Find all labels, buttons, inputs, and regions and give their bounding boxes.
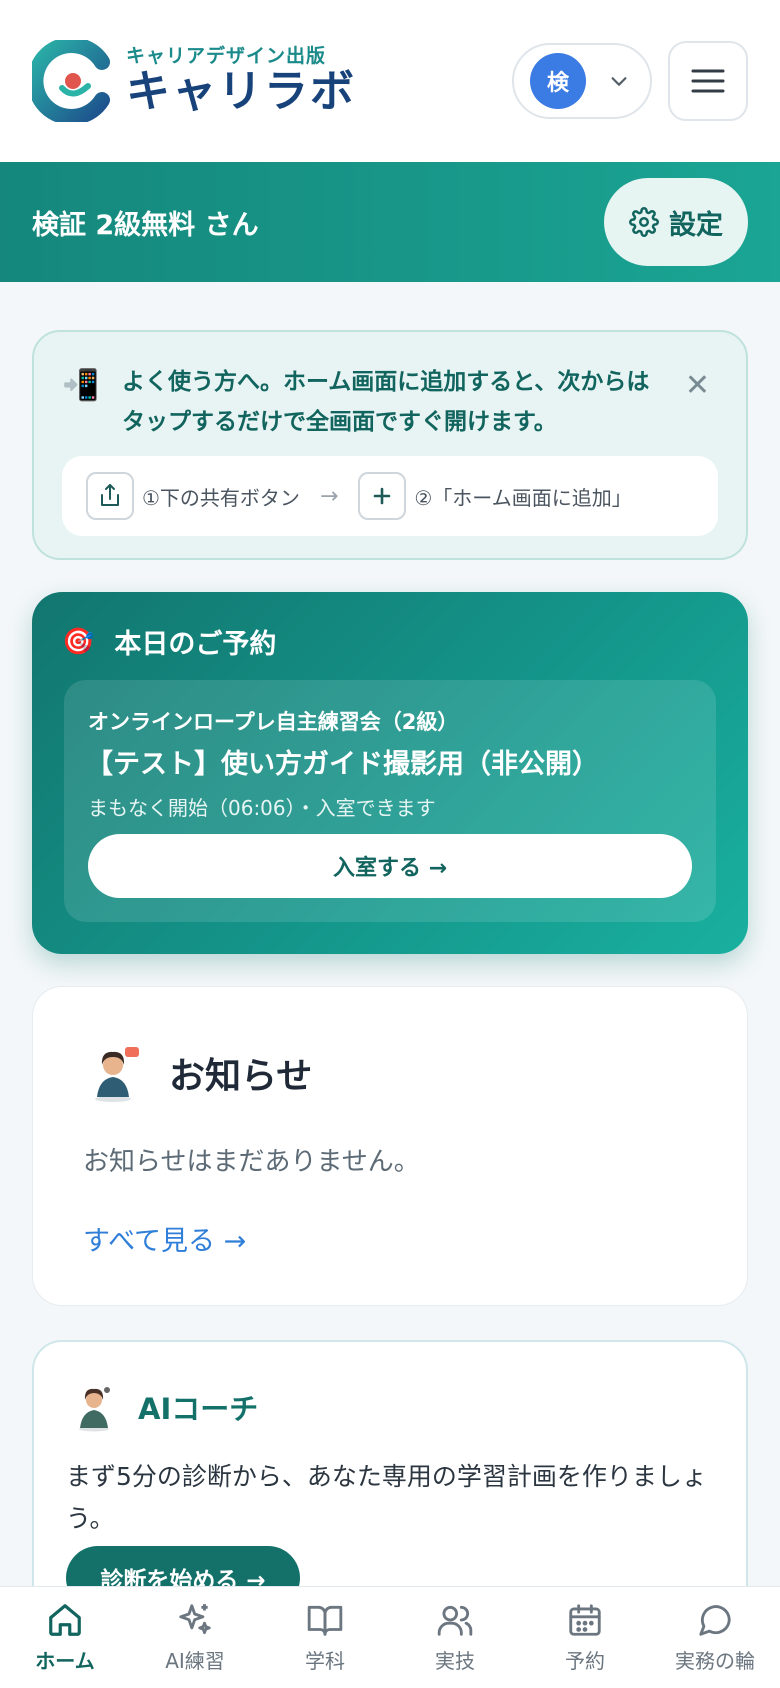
chevron-down-icon bbox=[611, 77, 627, 86]
reservation-status: まもなく開始（06:06）・入室できます bbox=[88, 796, 436, 820]
reservation-item: オンラインロープレ自主練習会（2級） 【テスト】使い方ガイド撮影用（非公開） ま… bbox=[64, 680, 716, 922]
hamburger-icon bbox=[691, 69, 725, 93]
banner-message: よく使う方へ。ホーム画面に追加すると、次からはタップするだけで全画面ですぐ開けま… bbox=[122, 369, 650, 435]
enter-room-button[interactable]: 入室する → bbox=[88, 834, 692, 898]
nav-booking[interactable]: 予約 bbox=[520, 1587, 650, 1688]
presenter-avatar-icon bbox=[95, 1047, 139, 1102]
ai-coach-description: まず5分の診断から、あなた専用の学習計画を作りましょう。 bbox=[66, 1462, 707, 1533]
plus-icon bbox=[358, 472, 407, 520]
news-card: お知らせ お知らせはまだありません。 すべて見る → bbox=[32, 986, 748, 1306]
nav-ai-practice[interactable]: AI練習 bbox=[130, 1587, 260, 1688]
today-reservation-card: 🎯 本日のご予約 オンラインロープレ自主練習会（2級） 【テスト】使い方ガイド撮… bbox=[32, 592, 748, 954]
sparkle-icon bbox=[179, 1604, 211, 1635]
nav-academics-label: 学科 bbox=[305, 1649, 345, 1673]
app-header: キャリアデザイン出版 キャリラボ 検 bbox=[0, 0, 780, 162]
logo[interactable]: キャリアデザイン出版 キャリラボ bbox=[32, 40, 356, 122]
news-empty-message: お知らせはまだありません。 bbox=[83, 1147, 420, 1177]
nav-academics[interactable]: 学科 bbox=[260, 1587, 390, 1688]
book-icon bbox=[307, 1605, 343, 1636]
nav-community-label: 実務の輪 bbox=[675, 1649, 755, 1673]
logo-subtitle: キャリアデザイン出版 bbox=[126, 45, 327, 67]
account-switcher[interactable]: 検 bbox=[512, 43, 652, 119]
nav-home-label: ホーム bbox=[35, 1649, 95, 1673]
calendar-icon bbox=[569, 1604, 601, 1636]
avatar: 検 bbox=[530, 53, 586, 109]
bottom-nav: ホーム AI練習 学科 実技 予約 実務の輪 bbox=[0, 1586, 780, 1688]
add-to-home-banner: 📲 よく使う方へ。ホーム画面に追加すると、次からはタップするだけで全画面ですぐ開… bbox=[32, 330, 748, 560]
step1-label: ①下の共有ボタン bbox=[142, 485, 300, 510]
mobile-arrow-icon: 📲 bbox=[62, 368, 100, 403]
greeting-bar: 検証 2級無料 さん 設定 bbox=[0, 162, 780, 282]
nav-booking-label: 予約 bbox=[565, 1649, 605, 1673]
step2-label: ②「ホーム画面に追加」 bbox=[414, 485, 632, 510]
target-icon: 🎯 bbox=[62, 626, 95, 657]
nav-home[interactable]: ホーム bbox=[0, 1587, 130, 1688]
home-icon bbox=[49, 1604, 81, 1636]
reservation-title: 本日のご予約 bbox=[114, 629, 277, 660]
nav-practical[interactable]: 実技 bbox=[390, 1587, 520, 1688]
ai-coach-title: AIコーチ bbox=[138, 1392, 259, 1426]
chat-icon bbox=[699, 1605, 731, 1636]
nav-ai-practice-label: AI練習 bbox=[165, 1649, 225, 1673]
share-icon bbox=[86, 472, 134, 520]
see-all-news-link[interactable]: すべて見る → bbox=[83, 1219, 246, 1258]
news-title: お知らせ bbox=[169, 1056, 313, 1097]
close-icon[interactable]: ✕ bbox=[685, 368, 710, 403]
install-steps: ①下の共有ボタン → ②「ホーム画面に追加」 bbox=[62, 456, 718, 536]
users-icon bbox=[437, 1605, 473, 1636]
logo-title: キャリラボ bbox=[126, 66, 356, 117]
user-name: 検証 2級無料 さん bbox=[32, 209, 259, 241]
nav-community[interactable]: 実務の輪 bbox=[650, 1587, 780, 1688]
gear-icon bbox=[629, 207, 659, 237]
menu-button[interactable] bbox=[668, 41, 748, 121]
coach-avatar-icon bbox=[79, 1387, 110, 1432]
nav-practical-label: 実技 bbox=[435, 1649, 475, 1673]
reservation-name: 【テスト】使い方ガイド撮影用（非公開） bbox=[86, 749, 599, 780]
logo-mark-icon bbox=[32, 40, 110, 122]
settings-label: 設定 bbox=[669, 209, 723, 241]
arrow-right-icon: → bbox=[319, 483, 339, 509]
settings-button[interactable]: 設定 bbox=[604, 178, 748, 266]
reservation-category: オンラインロープレ自主練習会（2級） bbox=[88, 710, 459, 734]
